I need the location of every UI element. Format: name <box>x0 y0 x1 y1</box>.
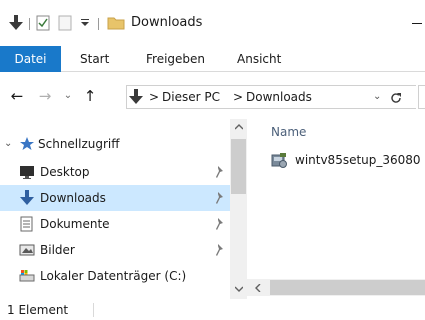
document-icon <box>19 216 35 232</box>
sidebar-item-label: Schnellzugriff <box>38 137 120 151</box>
scroll-down-icon[interactable] <box>230 281 247 297</box>
download-arrow-icon[interactable] <box>8 14 24 32</box>
breadcrumb-dieser-pc[interactable]: Dieser PC <box>162 86 220 108</box>
item-count: 1 Element <box>7 303 69 317</box>
sidebar-item-label: Dokumente <box>40 217 110 231</box>
tab-freigeben[interactable]: Freigeben <box>146 46 205 72</box>
breadcrumb-separator[interactable]: > <box>149 86 159 108</box>
title-bar: Downloads <box>0 0 425 46</box>
navigation-pane: ⌄ Schnellzugriff Desktop Downloads Dokum… <box>0 119 230 299</box>
content-horizontal-scrollbar[interactable] <box>247 279 425 296</box>
sidebar-item-label: Lokaler Datenträger (C:) <box>40 269 187 283</box>
desktop-icon <box>19 164 35 180</box>
download-arrow-icon <box>129 89 143 112</box>
customize-dropdown-icon[interactable] <box>78 14 92 32</box>
forward-arrow-icon: → <box>38 87 52 105</box>
folder-icon <box>106 14 126 32</box>
navigation-bar: ← → ⌄ ↑ > Dieser PC > Downloads ⌄ <box>0 73 425 119</box>
up-button[interactable]: ↑ <box>80 85 100 107</box>
scroll-up-icon[interactable] <box>230 119 247 135</box>
scrollbar-thumb[interactable] <box>231 139 246 194</box>
recent-locations-button[interactable]: ⌄ <box>60 85 76 107</box>
list-item[interactable]: wintv85setup_36080 <box>269 147 425 173</box>
address-bar[interactable]: > Dieser PC > Downloads ⌄ <box>126 85 416 109</box>
breadcrumb-separator[interactable]: > <box>233 86 243 108</box>
column-header-name[interactable]: Name <box>271 123 306 141</box>
new-folder-icon[interactable] <box>57 14 73 32</box>
sidebar-item-label: Bilder <box>40 243 75 257</box>
search-box[interactable] <box>418 85 425 109</box>
sidebar-item-label: Desktop <box>40 165 90 179</box>
navpane-scrollbar[interactable] <box>230 119 247 299</box>
minimize-button[interactable] <box>410 14 425 32</box>
properties-icon[interactable] <box>35 14 51 32</box>
chevron-down-icon: ⌄ <box>63 90 73 101</box>
refresh-icon[interactable] <box>389 90 403 112</box>
tab-ansicht[interactable]: Ansicht <box>237 46 281 72</box>
ribbon-tabs: Datei Start Freigeben Ansicht <box>0 46 425 72</box>
sidebar-item-downloads[interactable]: Downloads <box>0 185 230 211</box>
address-dropdown-icon[interactable]: ⌄ <box>373 86 381 108</box>
pin-icon <box>214 217 226 231</box>
pin-icon <box>214 191 226 205</box>
pin-icon <box>214 165 226 179</box>
sidebar-item-desktop[interactable]: Desktop <box>0 159 230 185</box>
sidebar-item-dokumente[interactable]: Dokumente <box>0 211 230 237</box>
window-title: Downloads <box>131 15 203 30</box>
chevron-down-icon[interactable]: ⌄ <box>4 131 12 157</box>
installer-icon <box>271 152 287 168</box>
scrollbar-thumb[interactable] <box>270 280 425 295</box>
breadcrumb-downloads[interactable]: Downloads <box>246 86 312 108</box>
star-icon <box>19 136 35 152</box>
status-bar: 1 Element <box>0 299 425 320</box>
sidebar-item-bilder[interactable]: Bilder <box>0 237 230 263</box>
sidebar-item-lokaler-datentraeger[interactable]: Lokaler Datenträger (C:) <box>0 263 230 289</box>
scroll-left-icon[interactable] <box>250 279 266 296</box>
tab-datei[interactable]: Datei <box>0 46 61 72</box>
tab-start[interactable]: Start <box>80 46 109 72</box>
forward-button[interactable]: → <box>34 85 56 107</box>
pictures-icon <box>19 242 35 258</box>
drive-icon <box>19 268 35 284</box>
back-arrow-icon: ← <box>10 87 24 105</box>
sidebar-item-label: Downloads <box>40 191 106 205</box>
file-list: Name wintv85setup_36080 <box>247 119 425 279</box>
download-arrow-icon <box>19 190 35 206</box>
pin-icon <box>214 243 226 257</box>
up-arrow-icon: ↑ <box>83 87 97 105</box>
back-button[interactable]: ← <box>5 85 29 107</box>
sidebar-item-schnellzugriff[interactable]: ⌄ Schnellzugriff <box>0 131 230 157</box>
file-name: wintv85setup_36080 <box>295 153 421 167</box>
